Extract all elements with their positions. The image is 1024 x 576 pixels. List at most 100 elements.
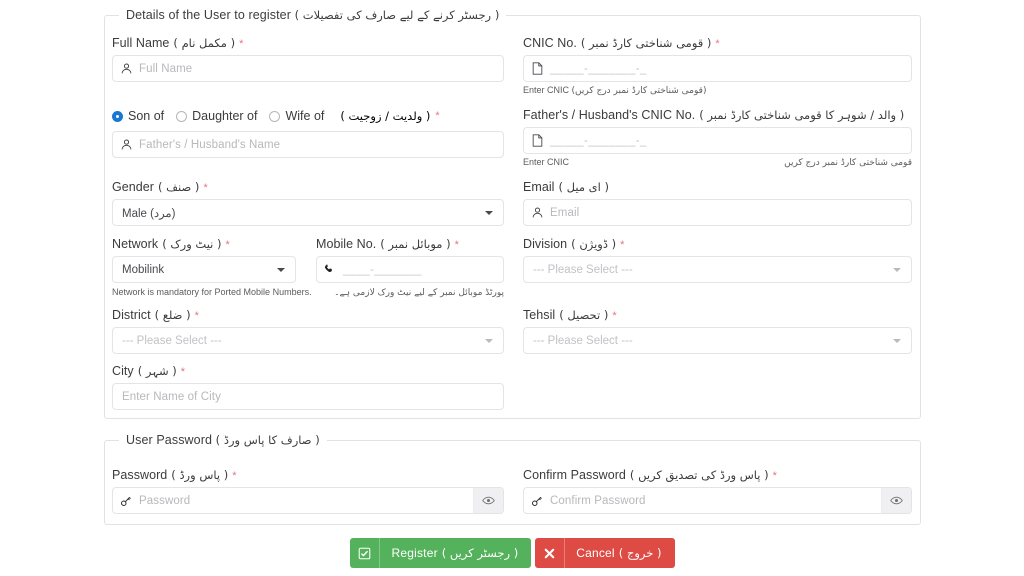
email-field: Email ( ای میل ) Email bbox=[523, 180, 912, 226]
password-placeholder: Password bbox=[139, 494, 191, 507]
full-name-label-ur: ( مکمل نام ) bbox=[173, 36, 236, 50]
mobile-input[interactable]: ____-_______ bbox=[316, 256, 504, 283]
cancel-button[interactable]: Cancel ( خروج ) bbox=[535, 538, 675, 568]
relation-option-daughter-of[interactable]: Daughter of bbox=[176, 109, 257, 123]
document-icon bbox=[524, 134, 550, 147]
full-name-label: Full Name ( مکمل نام ) * bbox=[112, 36, 504, 50]
confirm-password-label-ur: ( پاس ورڈ کی تصدیق کریں ) bbox=[629, 468, 769, 482]
district-label-ur: ( ضلع ) bbox=[154, 308, 191, 322]
confirm-password-label: Confirm Password ( پاس ورڈ کی تصدیق کریں… bbox=[523, 468, 912, 482]
network-value: Mobilink bbox=[122, 263, 165, 276]
father-cnic-label-en: Father's / Husband's CNIC No. bbox=[523, 108, 696, 122]
gender-label-en: Gender bbox=[112, 180, 154, 194]
city-input[interactable]: Enter Name of City bbox=[112, 383, 504, 410]
network-help-text: Network is mandatory for Ported Mobile N… bbox=[112, 287, 504, 298]
network-help-ur: پورٹڈ موبائل نمبر کے لیے نیٹ ورک لازمی ہ… bbox=[334, 288, 504, 298]
cnic-required: * bbox=[715, 38, 720, 50]
district-value: --- Please Select --- bbox=[122, 334, 222, 347]
email-input[interactable]: Email bbox=[523, 199, 912, 226]
password-label-en: Password bbox=[112, 468, 168, 482]
radio-wife-of[interactable] bbox=[269, 110, 281, 122]
chevron-down-icon bbox=[485, 338, 493, 343]
cancel-label-en: Cancel bbox=[576, 546, 615, 560]
password-required: * bbox=[232, 470, 237, 482]
password-field: Password ( پاس ورڈ ) * Password bbox=[112, 468, 504, 514]
city-label-ur: ( شہر ) bbox=[137, 364, 177, 378]
confirm-password-placeholder: Confirm Password bbox=[550, 494, 646, 507]
father-husband-name-input[interactable]: Father's / Husband's Name bbox=[112, 131, 504, 158]
mobile-required: * bbox=[454, 239, 459, 251]
cnic-input[interactable]: _____-_______-_ bbox=[523, 55, 912, 82]
district-label-en: District bbox=[112, 308, 151, 322]
user-password-legend: User Password ( صارف کا پاس ورڈ ) bbox=[119, 433, 327, 447]
gender-label: Gender ( صنف ) * bbox=[112, 180, 504, 194]
eye-icon[interactable] bbox=[881, 488, 911, 513]
user-details-legend-ur: ( رجسٹر کرنے کے لیے صارف کی تفصیلات ) bbox=[294, 8, 500, 22]
cnic-mask: _____-_______-_ bbox=[550, 62, 647, 75]
tehsil-value: --- Please Select --- bbox=[533, 334, 633, 347]
father-cnic-label-ur: ( والد / شوہر کا قومی شناختی کارڈ نمبر ) bbox=[699, 108, 905, 122]
relation-option-son-of[interactable]: Son of bbox=[112, 109, 164, 123]
mobile-label: Mobile No. ( موبائل نمبر ) * bbox=[316, 237, 504, 251]
checkbox-icon bbox=[350, 538, 381, 568]
confirm-password-required: * bbox=[772, 470, 777, 482]
user-password-legend-ur: ( صارف کا پاس ورڈ ) bbox=[215, 433, 320, 447]
district-label: District ( ضلع ) * bbox=[112, 308, 504, 322]
user-details-legend-en: Details of the User to register bbox=[126, 8, 291, 22]
password-label-ur: ( پاس ورڈ ) bbox=[171, 468, 229, 482]
network-label-ur: ( نیٹ ورک ) bbox=[162, 237, 222, 251]
gender-required: * bbox=[203, 182, 208, 194]
register-button[interactable]: Register ( رجسٹر کریں ) bbox=[350, 538, 532, 568]
relation-radio-group[interactable]: Son of Daughter of Wife of ( ولدیت / زوج… bbox=[112, 109, 504, 123]
father-husband-name-placeholder: Father's / Husband's Name bbox=[139, 138, 281, 151]
district-select[interactable]: --- Please Select --- bbox=[112, 327, 504, 354]
network-select[interactable]: Mobilink bbox=[112, 256, 296, 283]
network-label: Network ( نیٹ ورک ) * bbox=[112, 237, 296, 251]
relation-option-wife-of[interactable]: Wife of bbox=[269, 109, 324, 123]
network-field: Network ( نیٹ ورک ) * Mobilink bbox=[112, 237, 296, 283]
register-label-ur: ( رجسٹر کریں ) bbox=[441, 546, 519, 560]
radio-daughter-of[interactable] bbox=[176, 110, 188, 122]
user-icon bbox=[113, 138, 139, 151]
father-cnic-help-en: Enter CNIC bbox=[523, 157, 570, 167]
full-name-label-en: Full Name bbox=[112, 36, 170, 50]
division-label: Division ( ڈویژن ) * bbox=[523, 237, 912, 251]
relation-option-son-of-label: Son of bbox=[128, 109, 165, 123]
network-label-en: Network bbox=[112, 237, 159, 251]
division-label-en: Division bbox=[523, 237, 568, 251]
father-cnic-field: Father's / Husband's CNIC No. ( والد / ش… bbox=[523, 108, 912, 168]
cancel-label-ur: ( خروج ) bbox=[618, 546, 662, 560]
chevron-down-icon bbox=[893, 338, 901, 343]
radio-son-of[interactable] bbox=[112, 110, 123, 122]
cnic-label-ur: ( قومی شناختی کارڈ نمبر ) bbox=[580, 36, 712, 50]
register-label-en: Register bbox=[391, 546, 438, 560]
father-cnic-help-text: Enter CNIC قومی شناختی کارڈ نمبر درج کری… bbox=[523, 157, 912, 168]
cnic-field: CNIC No. ( قومی شناختی کارڈ نمبر ) * ___… bbox=[523, 36, 912, 96]
gender-select[interactable]: Male (مرد) bbox=[112, 199, 504, 226]
city-placeholder: Enter Name of City bbox=[122, 390, 221, 403]
key-icon bbox=[524, 495, 550, 507]
confirm-password-input[interactable]: Confirm Password bbox=[523, 487, 912, 514]
password-input[interactable]: Password bbox=[112, 487, 504, 514]
chevron-down-icon bbox=[485, 210, 493, 215]
district-field: District ( ضلع ) * --- Please Select --- bbox=[112, 308, 504, 354]
father-cnic-label: Father's / Husband's CNIC No. ( والد / ش… bbox=[523, 108, 912, 122]
tehsil-label-en: Tehsil bbox=[523, 308, 556, 322]
father-cnic-input[interactable]: _____-_______-_ bbox=[523, 127, 912, 154]
cnic-label-en: CNIC No. bbox=[523, 36, 577, 50]
city-label-en: City bbox=[112, 364, 134, 378]
tehsil-required: * bbox=[612, 310, 617, 322]
city-field: City ( شہر ) * Enter Name of City bbox=[112, 364, 504, 410]
division-value: --- Please Select --- bbox=[533, 263, 633, 276]
email-label-ur: ( ای میل ) bbox=[558, 180, 609, 194]
father-cnic-help-ur: قومی شناختی کارڈ نمبر درج کریں bbox=[784, 158, 912, 168]
tehsil-label-ur: ( تحصیل ) bbox=[559, 308, 609, 322]
cnic-help-text: Enter CNIC (قومی شناختی کارڈ نمبر درج کر… bbox=[523, 85, 912, 96]
register-button-text: Register ( رجسٹر کریں ) bbox=[391, 546, 518, 560]
division-select[interactable]: --- Please Select --- bbox=[523, 256, 912, 283]
mobile-label-en: Mobile No. bbox=[316, 237, 377, 251]
email-label-en: Email bbox=[523, 180, 555, 194]
tehsil-select[interactable]: --- Please Select --- bbox=[523, 327, 912, 354]
full-name-input[interactable]: Full Name bbox=[112, 55, 504, 82]
eye-icon[interactable] bbox=[473, 488, 503, 513]
